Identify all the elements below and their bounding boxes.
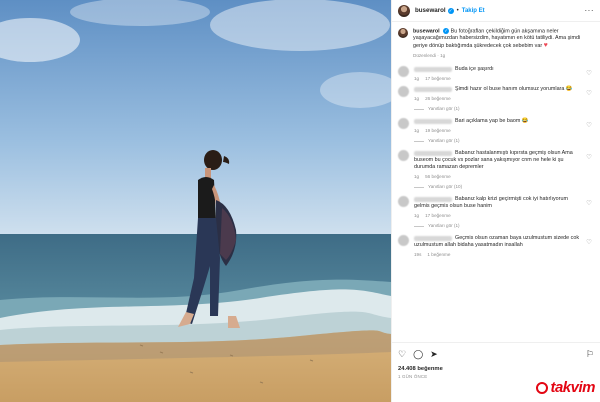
- action-icons: ♡ ◯ ➤ ⚐: [398, 348, 594, 360]
- verified-icon: ✓: [447, 7, 454, 14]
- separator-dot: •: [456, 7, 459, 14]
- comment-time: 1g: [414, 76, 420, 82]
- caption-avatar[interactable]: [398, 28, 408, 38]
- comment-likes[interactable]: 56 beğenme: [425, 174, 451, 179]
- comment-likes[interactable]: 17 beğenme: [425, 213, 451, 218]
- comment-text: Buda içe şaşırdı: [455, 66, 494, 73]
- comment: Bari açıklama yap be baom 😂 1g 19 beğenme…: [398, 118, 594, 133]
- logo-part-a: ta: [550, 379, 563, 396]
- caption-time: Düzenlendi · 1g: [413, 53, 446, 59]
- heart-icon[interactable]: ♡: [586, 89, 592, 97]
- bookmark-icon[interactable]: ⚐: [586, 348, 594, 360]
- view-replies-button[interactable]: Yanıtları gör (10): [414, 184, 594, 189]
- comment-text: Şimdi hazır ol buse hanım olumsuz yoruml…: [455, 86, 573, 93]
- commenter-name-blurred[interactable]: [414, 66, 452, 72]
- avatar[interactable]: [398, 4, 410, 17]
- commenter-name-blurred[interactable]: [414, 150, 452, 156]
- view-replies-button[interactable]: Yanıtları gör (1): [414, 138, 594, 143]
- commenter-name-blurred[interactable]: [414, 118, 452, 124]
- post-modal: busewarol ✓ • Takip Et ··· busewarol ✓ B…: [0, 0, 600, 402]
- heart-icon[interactable]: ♡: [586, 238, 592, 246]
- heart-icon[interactable]: ♡: [586, 199, 592, 207]
- commenter-name-blurred[interactable]: [414, 86, 452, 92]
- post-panel: busewarol ✓ • Takip Et ··· busewarol ✓ B…: [391, 0, 600, 402]
- more-icon[interactable]: ···: [585, 6, 595, 15]
- comment-likes[interactable]: 19 beğenme: [425, 128, 451, 133]
- comment-icon[interactable]: ◯: [413, 348, 423, 360]
- comment-time: 19s: [414, 252, 422, 258]
- comment: Babanız hastalanmıştı kıpırsta geçmiş ol…: [398, 150, 594, 179]
- commenter-avatar[interactable]: [398, 86, 409, 98]
- comment-likes[interactable]: 17 beğenme: [425, 76, 451, 81]
- heart-icon[interactable]: ♡: [586, 153, 592, 161]
- takvim-logo: takvim: [536, 379, 596, 396]
- username[interactable]: busewarol: [415, 7, 446, 14]
- logo-circle-icon: [536, 381, 549, 394]
- comment: Geçmis olsun ozaman baya uzulmustum size…: [398, 235, 594, 257]
- comment-likes[interactable]: 1 beğenme: [427, 252, 450, 257]
- action-bar: ♡ ◯ ➤ ⚐ 24.408 beğenme 1 GÜN ÖNCE takvim: [392, 342, 600, 402]
- commenter-name-blurred[interactable]: [414, 196, 452, 202]
- commenter-avatar[interactable]: [398, 150, 409, 162]
- follow-button[interactable]: Takip Et: [462, 8, 485, 14]
- beach-photo: [0, 0, 391, 402]
- logo-wordmark: takvim: [550, 379, 595, 396]
- comment-likes[interactable]: 26 beğenme: [425, 96, 451, 101]
- comment-time: 1g: [414, 128, 420, 134]
- heart-icon[interactable]: ♡: [586, 69, 592, 77]
- heart-icon[interactable]: ♡: [586, 121, 592, 129]
- post-photo[interactable]: [0, 0, 391, 402]
- comment-time: 1g: [414, 174, 420, 180]
- commenter-avatar[interactable]: [398, 196, 409, 208]
- likes-count[interactable]: 24.408 beğenme: [398, 366, 594, 372]
- commenter-name-blurred[interactable]: [414, 235, 452, 241]
- commenter-avatar[interactable]: [398, 118, 409, 130]
- comment-text: Bari açıklama yap be baom 😂: [455, 118, 529, 125]
- view-replies-button[interactable]: Yanıtları gör (1): [414, 106, 594, 111]
- post-header: busewarol ✓ • Takip Et ···: [392, 0, 600, 22]
- comments-list[interactable]: busewarol ✓ Bu fotoğrafları çekildiğim g…: [392, 22, 600, 342]
- caption-text: busewarol ✓ Bu fotoğrafları çekildiğim g…: [413, 28, 594, 50]
- verified-icon: ✓: [443, 28, 450, 34]
- commenter-avatar[interactable]: [398, 235, 409, 247]
- caption-username[interactable]: busewarol: [413, 28, 440, 34]
- comment: Şimdi hazır ol buse hanım olumsuz yoruml…: [398, 86, 594, 101]
- commenter-avatar[interactable]: [398, 66, 409, 78]
- comment-time: 1g: [414, 213, 420, 219]
- share-icon[interactable]: ➤: [430, 348, 438, 360]
- heart-icon[interactable]: ♡: [398, 348, 406, 360]
- caption: busewarol ✓ Bu fotoğrafları çekildiğim g…: [398, 28, 594, 58]
- comment: Babanız kalp krizi geçirmişti cok iyi ha…: [398, 196, 594, 218]
- view-replies-button[interactable]: Yanıtları gör (1): [414, 223, 594, 228]
- comment-time: 1g: [414, 96, 420, 102]
- logo-part-b: kvim: [562, 379, 596, 396]
- red-heart-emoji-icon: ♥: [543, 42, 548, 50]
- comment: Buda içe şaşırdı 1g 17 beğenme ♡: [398, 66, 594, 81]
